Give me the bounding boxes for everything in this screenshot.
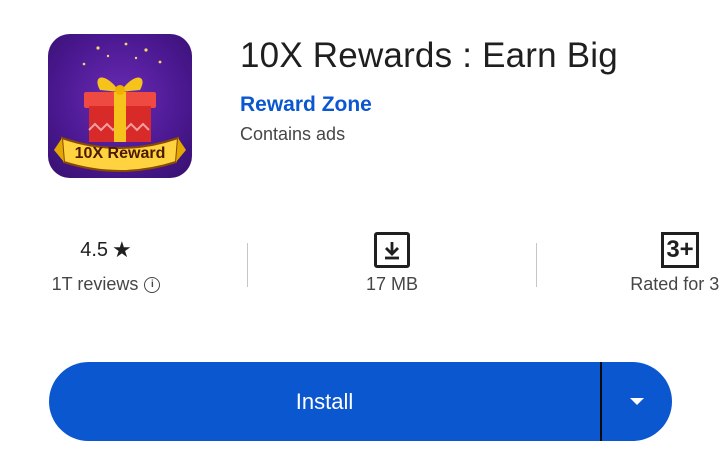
rating-stat[interactable]: 4.5 ★ 1T reviews i bbox=[36, 230, 176, 295]
reviews-count: 1T reviews bbox=[51, 274, 139, 294]
rating-value: 4.5 bbox=[80, 238, 109, 261]
caret-down-icon bbox=[630, 398, 644, 405]
size-stat: 17 MB bbox=[322, 230, 462, 295]
app-size: 17 MB bbox=[365, 274, 419, 294]
content-rating-label: Rated for 3+ bbox=[630, 274, 720, 294]
info-icon[interactable]: i bbox=[144, 276, 161, 293]
app-icon: 10X Reward bbox=[48, 34, 192, 178]
app-icon-label: 10X Reward bbox=[75, 145, 166, 162]
install-options-dropdown[interactable] bbox=[602, 362, 672, 441]
gift-box-icon: 10X Reward bbox=[54, 42, 186, 172]
content-rating-badge: 3+ bbox=[661, 232, 699, 268]
stats-divider bbox=[536, 243, 537, 287]
content-rating-stat[interactable]: 3+ Rated for 3+ bbox=[611, 230, 720, 295]
star-icon: ★ bbox=[112, 237, 132, 262]
install-button-group: Install bbox=[49, 362, 672, 441]
stats-divider bbox=[247, 243, 248, 287]
app-title: 10X Rewards : Earn Big bbox=[240, 36, 618, 75]
download-icon bbox=[374, 232, 410, 268]
developer-link[interactable]: Reward Zone bbox=[240, 93, 372, 117]
install-button[interactable]: Install bbox=[49, 362, 600, 441]
contains-ads-note: Contains ads bbox=[240, 124, 346, 144]
